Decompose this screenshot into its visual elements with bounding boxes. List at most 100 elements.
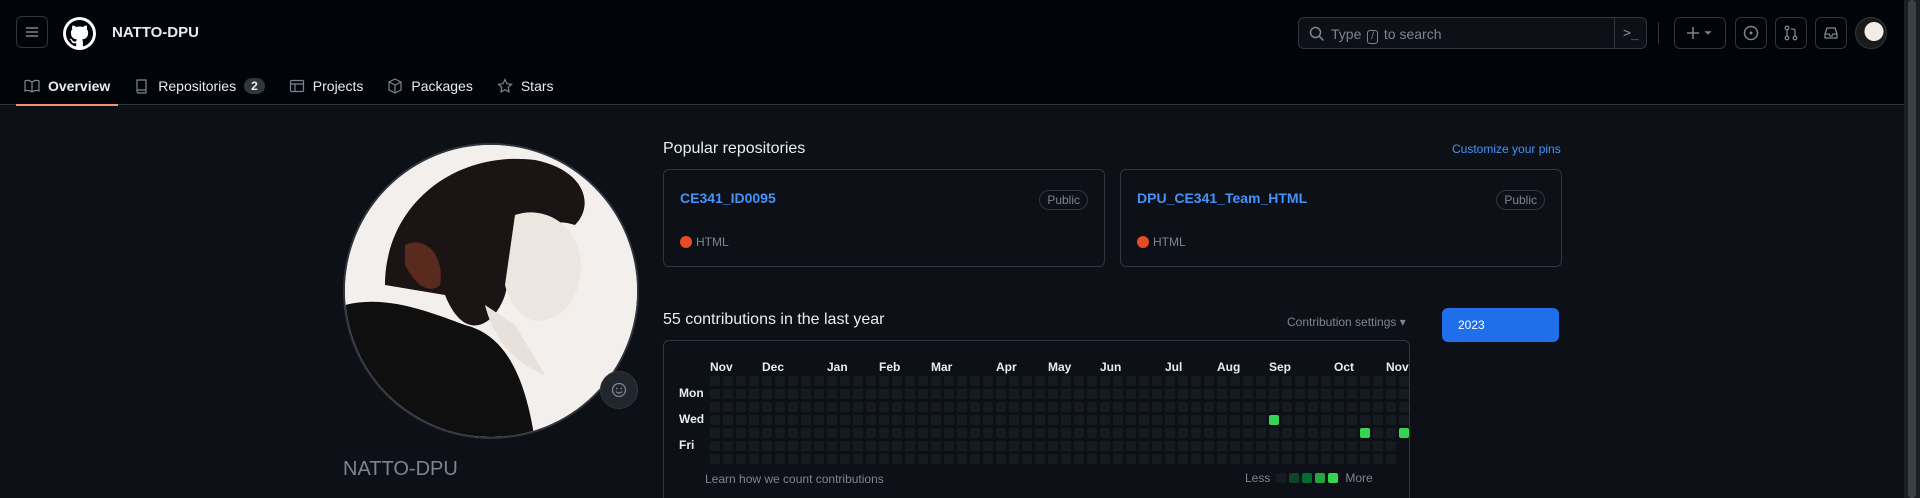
- contribution-cell[interactable]: [1048, 376, 1058, 386]
- contribution-cell[interactable]: [905, 415, 915, 425]
- contribution-cell[interactable]: [957, 441, 967, 451]
- contribution-cell[interactable]: [1204, 402, 1214, 412]
- contribution-cell[interactable]: [996, 428, 1006, 438]
- contribution-cell[interactable]: [1074, 415, 1084, 425]
- contribution-cell[interactable]: [1048, 389, 1058, 399]
- contribution-cell[interactable]: [1178, 402, 1188, 412]
- set-status-button[interactable]: [600, 371, 638, 409]
- contribution-cell[interactable]: [1022, 415, 1032, 425]
- contribution-cell[interactable]: [1334, 415, 1344, 425]
- contribution-cell[interactable]: [957, 415, 967, 425]
- contribution-cell[interactable]: [1347, 389, 1357, 399]
- contribution-cell[interactable]: [1334, 441, 1344, 451]
- contribution-cell[interactable]: [1009, 428, 1019, 438]
- contribution-cell[interactable]: [866, 389, 876, 399]
- contribution-cell[interactable]: [1139, 376, 1149, 386]
- contribution-cell[interactable]: [905, 389, 915, 399]
- contribution-cell[interactable]: [1204, 428, 1214, 438]
- contribution-cell[interactable]: [1386, 402, 1396, 412]
- contribution-cell[interactable]: [1113, 428, 1123, 438]
- contribution-cell[interactable]: [1009, 441, 1019, 451]
- contribution-cell[interactable]: [1282, 376, 1292, 386]
- contribution-cell[interactable]: [1152, 428, 1162, 438]
- contribution-cell[interactable]: [1373, 389, 1383, 399]
- contribution-cell[interactable]: [840, 402, 850, 412]
- contribution-cell[interactable]: [918, 376, 928, 386]
- contribution-cell[interactable]: [1230, 415, 1240, 425]
- contribution-cell[interactable]: [723, 376, 733, 386]
- contribution-cell[interactable]: [710, 402, 720, 412]
- contribution-cell[interactable]: [1360, 428, 1370, 438]
- contribution-cell[interactable]: [1282, 415, 1292, 425]
- contribution-cell[interactable]: [1269, 389, 1279, 399]
- contribution-cell[interactable]: [840, 428, 850, 438]
- contribution-cell[interactable]: [1152, 441, 1162, 451]
- contribution-cell[interactable]: [1165, 428, 1175, 438]
- contribution-cell[interactable]: [931, 428, 941, 438]
- contribution-cell[interactable]: [762, 415, 772, 425]
- contribution-cell[interactable]: [853, 402, 863, 412]
- learn-contributions-link[interactable]: Learn how we count contributions: [705, 472, 884, 486]
- contribution-cell[interactable]: [788, 428, 798, 438]
- contribution-cell[interactable]: [879, 402, 889, 412]
- contribution-cell[interactable]: [1074, 454, 1084, 464]
- contribution-cell[interactable]: [1035, 402, 1045, 412]
- scrollbar-thumb[interactable]: [1908, 0, 1916, 498]
- contribution-cell[interactable]: [1009, 389, 1019, 399]
- profile-avatar[interactable]: [343, 143, 639, 439]
- contribution-cell[interactable]: [1100, 441, 1110, 451]
- contribution-cell[interactable]: [970, 389, 980, 399]
- contribution-cell[interactable]: [827, 389, 837, 399]
- contribution-cell[interactable]: [1048, 454, 1058, 464]
- contribution-cell[interactable]: [918, 415, 928, 425]
- contribution-cell[interactable]: [1295, 376, 1305, 386]
- contribution-cell[interactable]: [970, 415, 980, 425]
- contribution-cell[interactable]: [1282, 454, 1292, 464]
- contribution-cell[interactable]: [1087, 376, 1097, 386]
- contribution-cell[interactable]: [788, 376, 798, 386]
- contribution-cell[interactable]: [1191, 389, 1201, 399]
- menu-button[interactable]: [16, 16, 48, 48]
- contribution-cell[interactable]: [1087, 454, 1097, 464]
- contribution-cell[interactable]: [749, 402, 759, 412]
- contribution-cell[interactable]: [1256, 389, 1266, 399]
- contribution-cell[interactable]: [905, 454, 915, 464]
- tab-stars[interactable]: Stars: [489, 66, 562, 105]
- contribution-cell[interactable]: [1334, 376, 1344, 386]
- contribution-cell[interactable]: [1061, 389, 1071, 399]
- contribution-cell[interactable]: [1360, 389, 1370, 399]
- contribution-cell[interactable]: [723, 454, 733, 464]
- contribution-cell[interactable]: [996, 402, 1006, 412]
- contribution-cell[interactable]: [918, 454, 928, 464]
- contribution-cell[interactable]: [827, 415, 837, 425]
- contribution-cell[interactable]: [866, 402, 876, 412]
- contribution-cell[interactable]: [1191, 441, 1201, 451]
- contribution-cell[interactable]: [801, 441, 811, 451]
- contribution-cell[interactable]: [827, 454, 837, 464]
- create-new-button[interactable]: [1674, 17, 1726, 49]
- contribution-cell[interactable]: [801, 415, 811, 425]
- contribution-cell[interactable]: [736, 441, 746, 451]
- contribution-cell[interactable]: [1243, 389, 1253, 399]
- contribution-cell[interactable]: [1191, 454, 1201, 464]
- contribution-cell[interactable]: [1126, 376, 1136, 386]
- contribution-cell[interactable]: [931, 389, 941, 399]
- contribution-cell[interactable]: [710, 441, 720, 451]
- contribution-cell[interactable]: [1087, 428, 1097, 438]
- repo-link[interactable]: DPU_CE341_Team_HTML: [1137, 190, 1307, 206]
- contribution-cell[interactable]: [736, 402, 746, 412]
- contribution-cell[interactable]: [931, 415, 941, 425]
- contribution-cell[interactable]: [1048, 428, 1058, 438]
- contribution-cell[interactable]: [983, 441, 993, 451]
- contribution-cell[interactable]: [1360, 376, 1370, 386]
- contribution-cell[interactable]: [1126, 454, 1136, 464]
- contribution-cell[interactable]: [1178, 389, 1188, 399]
- contribution-cell[interactable]: [1191, 415, 1201, 425]
- contribution-cell[interactable]: [1087, 402, 1097, 412]
- contribution-cell[interactable]: [788, 441, 798, 451]
- contribution-cell[interactable]: [801, 428, 811, 438]
- contribution-cell[interactable]: [1230, 441, 1240, 451]
- contribution-cell[interactable]: [775, 441, 785, 451]
- contribution-cell[interactable]: [944, 389, 954, 399]
- contribution-cell[interactable]: [762, 428, 772, 438]
